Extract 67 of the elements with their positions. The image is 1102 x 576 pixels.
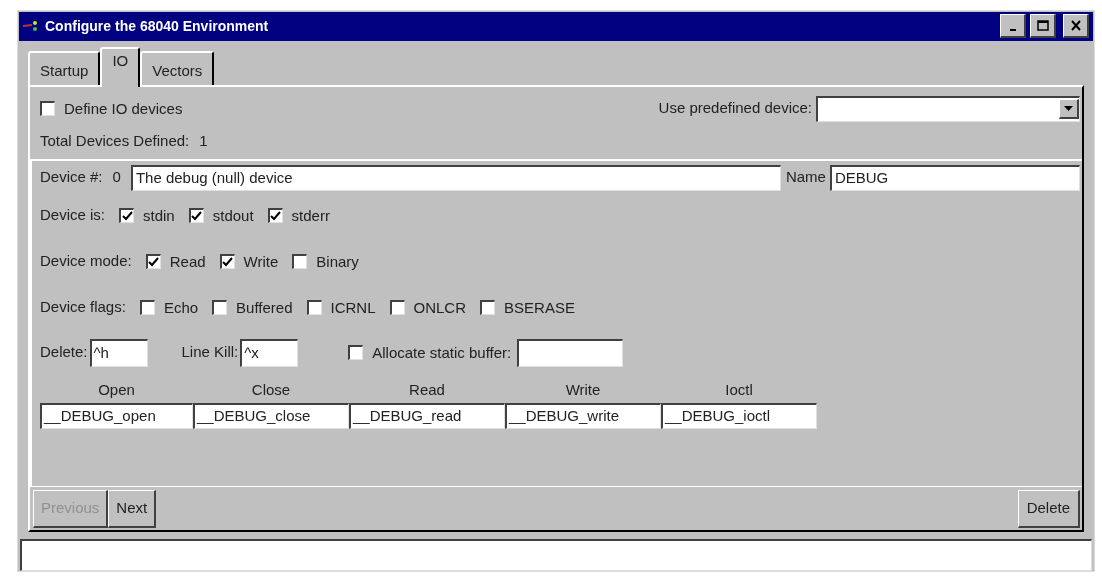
device-number: 0 [112, 167, 121, 188]
checkbox[interactable] [480, 300, 496, 316]
checkbox-label: Buffered [236, 300, 293, 316]
name-field[interactable]: DEBUG [829, 164, 1080, 191]
checkbox-label: stderr [291, 208, 330, 224]
field-label: Device #: [40, 167, 103, 188]
checkbox-label: stdin [143, 208, 175, 224]
dropdown-button[interactable] [1059, 99, 1079, 120]
function-field[interactable]: __DEBUG_read [349, 402, 505, 429]
checkbox[interactable] [348, 345, 364, 361]
checkbox-label: ICRNL [330, 300, 376, 316]
column-header: Ioctl [724, 379, 754, 400]
checkbox[interactable] [40, 101, 55, 117]
checkbox-label: Read [169, 254, 206, 270]
column-header: Read [408, 379, 446, 400]
field-label: Line Kill: [181, 342, 239, 363]
checkbox-label: Define IO devices [64, 101, 183, 117]
checkbox-label: ONLCR [413, 300, 467, 316]
field-label: Device is: [40, 205, 106, 226]
nav-button[interactable]: Next [108, 489, 157, 528]
dropdown[interactable] [816, 95, 1080, 122]
column-header: Close [250, 379, 292, 400]
field-label: Total Devices Defined: [40, 131, 190, 152]
function-field[interactable]: __DEBUG_ioctl [661, 402, 817, 429]
caret-icon [1064, 106, 1073, 112]
close-icon [1068, 19, 1083, 33]
field-label: Name [785, 167, 826, 188]
column-header: Write [564, 379, 602, 400]
checkbox-label: BSERASE [504, 300, 575, 316]
column-header: Open [97, 379, 136, 400]
delete-button[interactable]: Delete [1017, 489, 1080, 528]
maximize-button[interactable] [1030, 14, 1056, 39]
checkbox[interactable] [188, 208, 204, 224]
checkbox[interactable] [306, 300, 322, 316]
checkbox-label: stdout [212, 208, 254, 224]
checkbox[interactable] [212, 300, 228, 316]
tab[interactable]: IO [100, 46, 141, 87]
delete-key-field[interactable]: ^h [89, 338, 148, 367]
checkbox[interactable] [292, 254, 308, 270]
field-label: Device mode: [40, 251, 132, 272]
checkbox[interactable] [119, 208, 135, 224]
checkbox-label: Binary [316, 254, 359, 270]
tab[interactable]: Vectors [140, 50, 215, 85]
checkbox-label: Allocate static buffer: [372, 345, 512, 361]
checkbox-label: Echo [163, 300, 199, 316]
checkbox[interactable] [219, 254, 235, 270]
description-field[interactable]: The debug (null) device [130, 164, 781, 191]
close-button[interactable] [1063, 14, 1089, 39]
line-kill-field[interactable]: ^x [240, 338, 299, 367]
checkbox[interactable] [267, 208, 283, 224]
minimize-button[interactable] [1000, 14, 1026, 39]
checkbox[interactable] [389, 300, 405, 316]
count-value: 1 [199, 131, 208, 152]
maximize-icon [1035, 19, 1050, 33]
checkbox[interactable] [145, 254, 161, 270]
checkbox-label: Write [243, 254, 279, 270]
field-label: Device flags: [40, 297, 126, 318]
function-field[interactable]: __DEBUG_write [505, 402, 661, 429]
minimize-icon [1008, 29, 1017, 32]
function-field[interactable]: __DEBUG_close [193, 402, 349, 429]
tab[interactable]: Startup [28, 50, 101, 85]
checkbox[interactable] [139, 300, 155, 316]
field-label: Delete: [40, 342, 88, 363]
window-title: Configure the 68040 Environment [45, 16, 270, 36]
function-field[interactable]: __DEBUG_open [40, 402, 193, 429]
field-label: Use predefined device: [658, 98, 812, 119]
buffer-size-field[interactable] [517, 338, 624, 367]
